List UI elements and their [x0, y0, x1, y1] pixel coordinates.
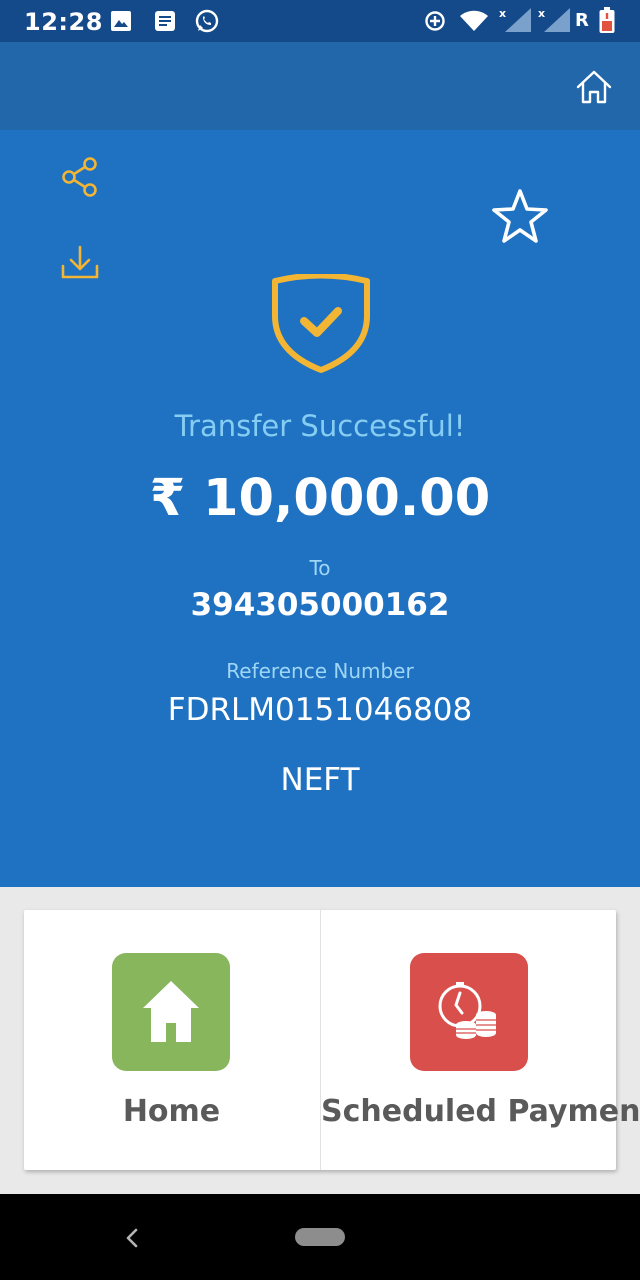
status-bar: 12:28 x x R — [0, 0, 640, 42]
whatsapp-icon — [195, 9, 219, 33]
shield-check-icon — [272, 274, 370, 373]
data-saver-icon — [425, 11, 445, 31]
transfer-mode: NEFT — [280, 762, 360, 798]
download-icon[interactable] — [60, 244, 100, 282]
svg-text:x: x — [499, 7, 506, 20]
home-tile — [112, 953, 230, 1071]
share-icon[interactable] — [60, 156, 100, 198]
signal-icon: x — [499, 7, 531, 32]
status-time: 12:28 — [24, 8, 103, 36]
system-home-button[interactable] — [295, 1228, 345, 1246]
scheduled-payment-action-label: Scheduled Payment — [321, 1094, 640, 1129]
battery-icon — [599, 7, 615, 33]
message-icon — [155, 11, 175, 31]
transfer-amount: ₹ 10,000.00 — [149, 469, 491, 528]
back-chevron-icon[interactable] — [122, 1226, 142, 1250]
star-outline-icon[interactable] — [490, 187, 550, 245]
scheduled-payment-tile — [410, 953, 528, 1071]
beneficiary-account-number: 394305000162 — [190, 587, 450, 623]
svg-text:x: x — [538, 7, 545, 20]
reference-number: FDRLM0151046808 — [167, 692, 473, 728]
to-label: To — [309, 556, 331, 580]
app-header — [0, 42, 640, 130]
home-icon — [143, 981, 199, 1042]
wifi-icon — [460, 10, 488, 31]
scheduled-payment-action-button[interactable]: Scheduled Payment — [320, 910, 640, 1170]
clock-coins-icon — [438, 982, 496, 1039]
network-type-label: R — [575, 10, 589, 31]
home-outline-icon[interactable] — [574, 68, 614, 106]
signal-icon: x — [538, 7, 570, 32]
reference-number-label: Reference Number — [226, 659, 414, 683]
home-action-button[interactable]: Home — [24, 910, 319, 1170]
gallery-icon — [111, 11, 131, 31]
transfer-status-message: Transfer Successful! — [174, 409, 466, 443]
home-action-label: Home — [122, 1094, 221, 1129]
quick-actions-card: Home Scheduled Payment — [24, 910, 640, 1170]
